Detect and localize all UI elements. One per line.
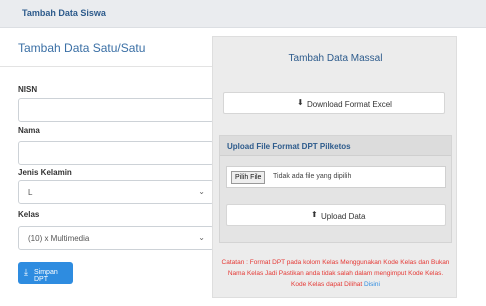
gender-select[interactable]: L ⌄: [18, 180, 214, 204]
upload-panel: Upload File Format DPT Pilketos Pilih Fi…: [219, 135, 452, 243]
note-text: Catatan : Format DPT pada kolom Kelas Me…: [221, 257, 450, 290]
mass-entry-panel: Tambah Data Massal ⬇ Download Format Exc…: [212, 36, 457, 298]
mass-entry-heading: Tambah Data Massal: [288, 53, 383, 64]
upload-data-button[interactable]: ⬆ Upload Data: [226, 204, 446, 226]
note-link[interactable]: Disini: [364, 281, 380, 288]
no-file-text: Tidak ada file yang dipilih: [273, 173, 352, 180]
gender-value: L: [28, 188, 33, 197]
note-body: Catatan : Format DPT pada kolom Kelas Me…: [221, 259, 450, 288]
save-button-label: Simpan DPT: [34, 269, 58, 283]
upload-panel-title: Upload File Format DPT Pilketos: [227, 142, 351, 151]
download-format-button[interactable]: ⬇ Download Format Excel: [223, 92, 445, 114]
nisn-label: NISN: [18, 85, 38, 94]
kelas-select[interactable]: (10) x Multimedia ⌄: [18, 226, 214, 250]
save-button[interactable]: ⤓ Simpan DPT: [18, 262, 73, 284]
upload-icon: ⬆: [311, 210, 318, 219]
nisn-input[interactable]: [18, 98, 214, 122]
upload-data-label: Upload Data: [321, 212, 366, 221]
page-header: Tambah Data Siswa: [0, 0, 486, 28]
chevron-down-icon: ⌄: [198, 187, 205, 196]
nama-input[interactable]: [18, 141, 214, 165]
file-input[interactable]: Pilih File Tidak ada file yang dipilih: [226, 166, 446, 188]
single-entry-heading: Tambah Data Satu/Satu: [18, 41, 146, 55]
kelas-value: (10) x Multimedia: [28, 234, 90, 243]
save-icon: ⤓: [24, 267, 28, 277]
download-icon: ⬇: [297, 98, 304, 107]
chevron-down-icon: ⌄: [198, 233, 205, 242]
nama-label: Nama: [18, 126, 40, 135]
kelas-label: Kelas: [18, 210, 40, 219]
download-format-label: Download Format Excel: [307, 100, 392, 109]
gender-label: Jenis Kelamin: [18, 168, 72, 177]
single-entry-panel: Tambah Data Satu/Satu NISN Nama Jenis Ke…: [0, 28, 216, 306]
upload-panel-header: Upload File Format DPT Pilketos: [220, 136, 451, 156]
divider: [0, 66, 216, 67]
page-title: Tambah Data Siswa: [22, 8, 106, 18]
choose-file-button[interactable]: Pilih File: [231, 171, 266, 184]
